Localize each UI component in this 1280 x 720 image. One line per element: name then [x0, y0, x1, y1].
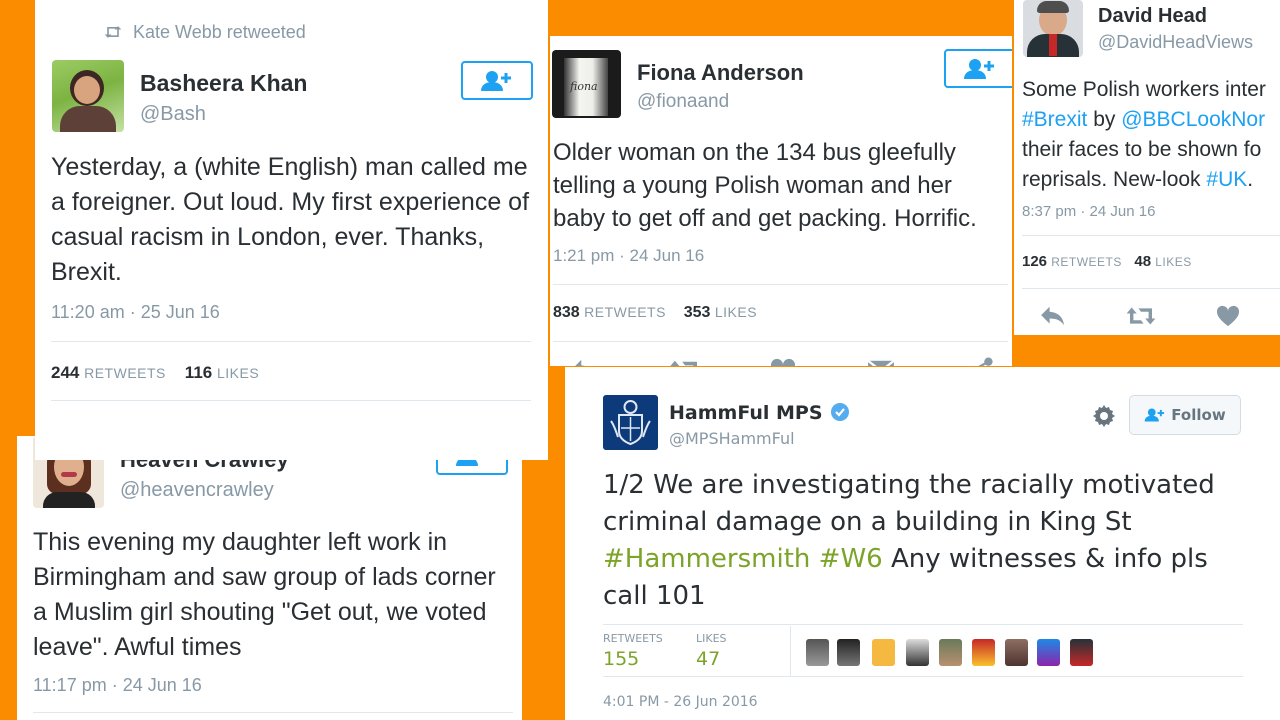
handle[interactable]: @heavencrawley — [120, 479, 274, 502]
timestamp[interactable]: 1:21 pm · 24 Jun 16 — [553, 246, 704, 266]
hashtag-link[interactable]: #Hammersmith — [603, 544, 810, 574]
retweets-count[interactable]: 155 — [603, 648, 639, 670]
likes-count[interactable]: 47 — [696, 648, 720, 670]
tweet-text: This evening my daughter left work in Bi… — [33, 528, 496, 661]
tweet-card-heaven: Heaven Crawley @heavencrawley This eveni… — [17, 422, 522, 720]
liker-avatar[interactable] — [1070, 639, 1093, 666]
reply-icon[interactable] — [570, 358, 600, 366]
divider — [1022, 288, 1280, 289]
retweet-icon — [104, 26, 122, 38]
timestamp[interactable]: 11:17 pm · 24 Jun 16 — [33, 675, 202, 696]
liker-avatar[interactable] — [939, 639, 962, 666]
avatar[interactable]: fiona — [552, 50, 621, 118]
liker-avatar[interactable] — [972, 639, 995, 666]
tweet-text: Yesterday, a (white English) man called … — [51, 153, 530, 286]
retweet-icon[interactable] — [1125, 305, 1157, 327]
share-icon[interactable] — [968, 357, 994, 366]
verified-icon — [831, 403, 850, 421]
retweets-label[interactable]: RETWEETS — [603, 632, 663, 645]
timestamp[interactable]: 4:01 PM - 26 Jun 2016 — [603, 694, 758, 710]
liker-avatar[interactable] — [837, 639, 860, 666]
tweet-stats: 838 RETWEETS 353 LIKES — [553, 304, 758, 321]
divider — [51, 341, 531, 342]
liker-avatar[interactable] — [872, 639, 895, 666]
handle[interactable]: @DavidHeadViews — [1098, 32, 1253, 53]
hashtag-link[interactable]: #Brexit — [1022, 108, 1087, 131]
follow-button[interactable] — [944, 49, 1012, 88]
display-name[interactable]: HammFul MPS — [669, 402, 850, 424]
timestamp[interactable]: 8:37 pm · 24 Jun 16 — [1022, 203, 1155, 220]
tweet-text: 1/2 We are investigating the racially mo… — [603, 470, 1215, 611]
divider — [51, 400, 531, 401]
liker-avatar[interactable] — [906, 639, 929, 666]
follow-user-icon — [964, 58, 994, 79]
divider — [603, 624, 1243, 625]
crest-icon — [610, 400, 651, 446]
tweet-stats: 126 RETWEETS 48 LIKES — [1022, 253, 1192, 270]
retweet-context: Kate Webb retweeted — [103, 22, 306, 43]
background-strip — [1028, 335, 1280, 367]
tweet-card-basheera: Kate Webb retweeted Basheera Khan @Bash … — [35, 0, 548, 460]
divider — [1022, 235, 1280, 236]
tweet-card-david: David Head @DavidHeadViews Some Polish w… — [1014, 0, 1280, 335]
handle[interactable]: @MPSHammFul — [669, 429, 795, 448]
hashtag-link[interactable]: #UK — [1206, 168, 1247, 191]
follow-user-icon — [481, 70, 511, 91]
liker-avatar[interactable] — [806, 639, 829, 666]
message-icon[interactable] — [867, 358, 895, 366]
divider — [553, 284, 1008, 285]
avatar[interactable] — [52, 60, 124, 132]
divider — [790, 626, 791, 676]
timestamp[interactable]: 11:20 am · 25 Jun 16 — [51, 302, 220, 323]
tweet-text: Older woman on the 134 bus gleefully tel… — [553, 139, 977, 232]
avatar[interactable] — [603, 395, 658, 450]
handle[interactable]: @Bash — [140, 103, 206, 126]
liker-avatar[interactable] — [1037, 639, 1060, 666]
like-icon[interactable] — [1216, 305, 1240, 327]
display-name[interactable]: David Head — [1098, 5, 1207, 28]
divider — [33, 712, 513, 713]
tweet-stats: 244 RETWEETS 116 LIKES — [51, 363, 260, 382]
likes-label[interactable]: LIKES — [696, 632, 727, 645]
handle[interactable]: @fionaand — [637, 91, 729, 113]
follow-button[interactable] — [461, 61, 533, 100]
follow-user-icon — [1144, 408, 1165, 422]
tweet-text: Some Polish workers inter #Brexit by @BB… — [1022, 78, 1266, 191]
like-icon[interactable] — [770, 358, 796, 366]
tweet-card-mps: HammFul MPS @MPSHammFul Follow 1/2 We ar… — [565, 367, 1280, 720]
hashtag-link[interactable]: #W6 — [819, 544, 883, 574]
reply-icon[interactable] — [1039, 305, 1067, 327]
mention-link[interactable]: @BBCLookNor — [1121, 108, 1265, 131]
liker-avatar[interactable] — [1005, 639, 1028, 666]
display-name[interactable]: Fiona Anderson — [637, 60, 804, 86]
retweet-icon[interactable] — [668, 358, 702, 366]
tweet-card-fiona: fiona Fiona Anderson @fionaand Older wom… — [550, 36, 1012, 366]
card-basheera-footer — [35, 410, 548, 460]
follow-button[interactable]: Follow — [1129, 395, 1241, 435]
divider — [553, 341, 1008, 342]
display-name[interactable]: Basheera Khan — [140, 70, 307, 97]
avatar[interactable] — [1023, 0, 1083, 57]
divider — [603, 676, 1243, 677]
gear-icon[interactable] — [1092, 404, 1116, 428]
